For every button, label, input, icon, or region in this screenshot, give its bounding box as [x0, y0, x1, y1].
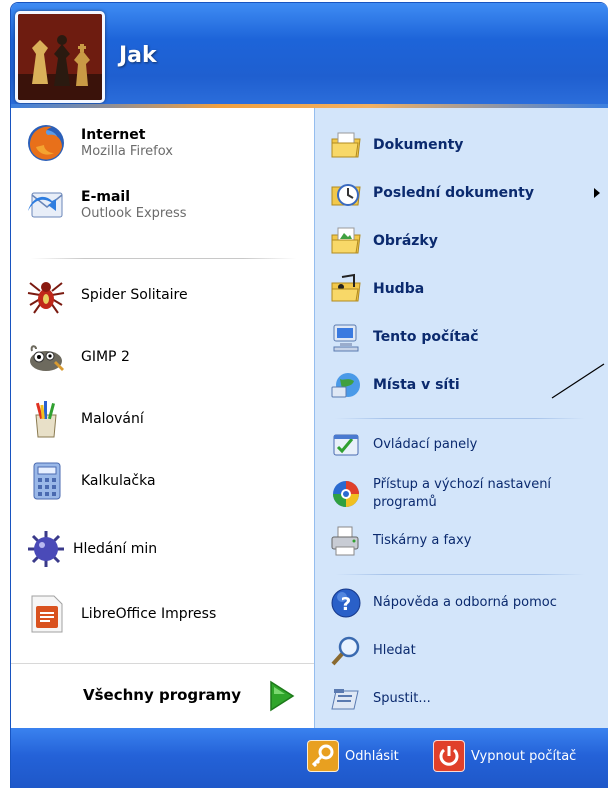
- chess-pieces-icon: [18, 14, 102, 100]
- program-libreoffice-impress[interactable]: LibreOffice Impress: [25, 593, 305, 635]
- places-pane: Dokumenty Poslední dokumenty Obrázky Hud…: [314, 108, 608, 728]
- program-label: Hledání min: [73, 541, 158, 557]
- impress-icon: [25, 593, 67, 635]
- shutdown-button[interactable]: Vypnout počítač: [433, 740, 576, 772]
- svg-text:?: ?: [341, 594, 351, 615]
- place-label: Poslední dokumenty: [373, 185, 534, 201]
- help-icon: ?: [329, 586, 363, 620]
- pictures-folder-icon: [329, 224, 363, 258]
- key-icon: [307, 740, 339, 772]
- search-icon: [329, 634, 363, 668]
- calculator-icon: [25, 460, 67, 502]
- setting-program-defaults[interactable]: Přístup a výchozí nastavení programů: [329, 476, 604, 512]
- program-label: GIMP 2: [81, 349, 130, 365]
- paint-icon: [25, 398, 67, 440]
- setting-label: Přístup a výchozí nastavení: [373, 477, 552, 492]
- settings-separator: [335, 574, 585, 575]
- user-name: Jak: [119, 43, 157, 68]
- place-pictures[interactable]: Obrázky: [329, 224, 604, 258]
- place-label: Místa v síti: [373, 377, 460, 393]
- pinned-subtitle: Outlook Express: [81, 206, 187, 221]
- logoff-label: Odhlásit: [345, 748, 399, 764]
- support-run[interactable]: Spustit...: [329, 682, 604, 716]
- pinned-internet[interactable]: Internet Mozilla Firefox: [25, 122, 305, 164]
- logoff-button[interactable]: Odhlásit: [307, 740, 399, 772]
- program-spider-solitaire[interactable]: Spider Solitaire: [25, 274, 305, 316]
- program-defaults-icon: [329, 477, 363, 511]
- power-icon: [433, 740, 465, 772]
- program-label: Kalkulačka: [81, 473, 156, 489]
- documents-folder-icon: [329, 128, 363, 162]
- firefox-icon: [25, 122, 67, 164]
- place-label: Tento počítač: [373, 329, 479, 345]
- start-menu-header: Jak: [11, 3, 608, 108]
- support-label: Hledat: [373, 643, 416, 658]
- program-label: Malování: [81, 411, 144, 427]
- setting-label: Tiskárny a faxy: [373, 533, 472, 548]
- pinned-title: Internet: [81, 127, 146, 143]
- all-programs-label: Všechny programy: [83, 686, 242, 704]
- all-programs-button[interactable]: Všechny programy: [11, 663, 314, 727]
- network-icon: [329, 368, 363, 402]
- programs-pane: Internet Mozilla Firefox E-mail Outlook …: [11, 108, 314, 728]
- support-search[interactable]: Hledat: [329, 634, 604, 668]
- setting-label-line2: programů: [373, 495, 437, 510]
- support-label: Nápověda a odborná pomoc: [373, 595, 557, 610]
- program-calculator[interactable]: Kalkulačka: [25, 460, 305, 502]
- user-avatar[interactable]: [15, 11, 105, 103]
- setting-printers[interactable]: Tiskárny a faxy: [329, 524, 604, 558]
- green-arrow-icon: [270, 680, 295, 712]
- program-paint[interactable]: Malování: [25, 398, 305, 440]
- place-network[interactable]: Místa v síti: [329, 368, 604, 402]
- place-label: Dokumenty: [373, 137, 464, 153]
- program-label: Spider Solitaire: [81, 287, 188, 303]
- setting-label: Ovládací panely: [373, 437, 478, 452]
- setting-control-panel[interactable]: Ovládací panely: [329, 428, 604, 462]
- support-help[interactable]: ? Nápověda a odborná pomoc: [329, 586, 604, 620]
- mine-icon: [25, 528, 67, 570]
- pinned-email[interactable]: E-mail Outlook Express: [25, 184, 305, 226]
- spider-icon: [25, 274, 67, 316]
- program-label: LibreOffice Impress: [81, 606, 217, 622]
- start-menu: Jak Internet Mozilla Firefox E-mail Outl…: [10, 2, 608, 788]
- recent-documents-icon: [329, 176, 363, 210]
- shutdown-label: Vypnout počítač: [471, 748, 577, 764]
- submenu-arrow-icon: [594, 188, 600, 198]
- places-separator: [335, 418, 585, 419]
- gimp-icon: [25, 336, 67, 378]
- place-recent-documents[interactable]: Poslední dokumenty: [329, 176, 604, 210]
- place-label: Obrázky: [373, 233, 438, 249]
- place-documents[interactable]: Dokumenty: [329, 128, 604, 162]
- place-music[interactable]: Hudba: [329, 272, 604, 306]
- music-folder-icon: [329, 272, 363, 306]
- support-label: Spustit...: [373, 691, 431, 706]
- place-my-computer[interactable]: Tento počítač: [329, 320, 604, 354]
- program-gimp[interactable]: GIMP 2: [25, 336, 305, 378]
- pinned-subtitle: Mozilla Firefox: [81, 144, 173, 159]
- computer-icon: [329, 320, 363, 354]
- pinned-title: E-mail: [81, 189, 131, 205]
- pinned-separator: [31, 258, 296, 259]
- place-label: Hudba: [373, 281, 425, 297]
- outlook-express-icon: [25, 184, 67, 226]
- run-icon: [329, 682, 363, 716]
- control-panel-icon: [329, 428, 363, 462]
- printer-icon: [329, 524, 363, 558]
- program-minesweeper[interactable]: Hledání min: [25, 528, 305, 570]
- start-menu-footer: Odhlásit Vypnout počítač: [11, 728, 608, 788]
